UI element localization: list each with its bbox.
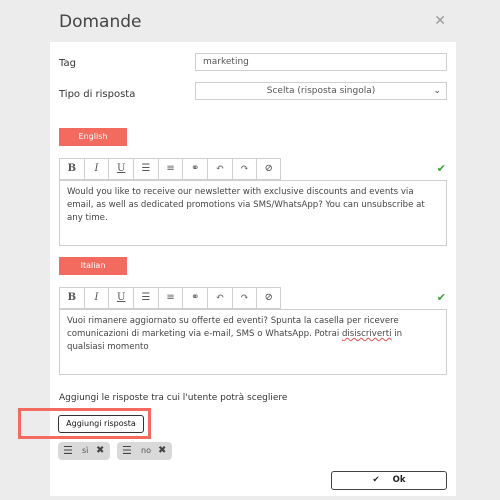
clear-format-icon[interactable]: ⊘: [256, 158, 282, 180]
check-icon: ✔: [372, 475, 380, 485]
tag-input[interactable]: marketing: [195, 53, 447, 71]
undo-icon[interactable]: ↶: [207, 158, 232, 180]
ok-label: Ok: [392, 475, 406, 485]
italian-check-icon: ✔: [436, 291, 446, 304]
redo-icon[interactable]: ↷: [231, 287, 257, 309]
english-check-icon: ✔: [436, 162, 446, 175]
numbered-list-icon[interactable]: ≡: [157, 287, 183, 309]
underline-icon[interactable]: U: [108, 158, 134, 180]
ok-button[interactable]: ✔ Ok: [331, 471, 447, 490]
bold-icon[interactable]: B: [59, 158, 84, 180]
answer-chip-si[interactable]: ☰ sì ✖: [58, 442, 110, 460]
clear-format-icon[interactable]: ⊘: [256, 287, 282, 309]
undo-icon[interactable]: ↶: [207, 287, 232, 309]
english-editor-toolbar: B I U ☰ ≡ ⚭ ↶ ↷ ⊘: [59, 158, 282, 180]
close-icon[interactable]: ✕: [434, 13, 446, 29]
remove-icon[interactable]: ✖: [158, 445, 166, 456]
redo-icon[interactable]: ↷: [231, 158, 257, 180]
answers-hint: Aggiungi le risposte tra cui l'utente po…: [59, 393, 288, 403]
bullet-list-icon[interactable]: ☰: [133, 158, 158, 180]
drag-handle-icon[interactable]: ☰: [122, 445, 132, 456]
answer-label: sì: [82, 446, 89, 455]
bold-icon[interactable]: B: [59, 287, 84, 309]
misspelled-word: disiscriverti: [341, 329, 392, 339]
link-icon[interactable]: ⚭: [182, 158, 208, 180]
italian-editor-toolbar: B I U ☰ ≡ ⚭ ↶ ↷ ⊘: [59, 287, 282, 309]
italic-icon[interactable]: I: [83, 158, 109, 180]
underline-icon[interactable]: U: [108, 287, 134, 309]
english-language-button[interactable]: English: [59, 128, 127, 146]
english-text-editor[interactable]: Would you like to receive our newsletter…: [59, 180, 447, 246]
answer-label: no: [141, 446, 151, 455]
italian-text-editor[interactable]: Vuoi rimanere aggiornato su offerte ed e…: [59, 309, 447, 375]
italian-language-button[interactable]: Italian: [59, 257, 127, 275]
remove-icon[interactable]: ✖: [96, 445, 104, 456]
link-icon[interactable]: ⚭: [182, 287, 208, 309]
numbered-list-icon[interactable]: ≡: [157, 158, 183, 180]
chevron-down-icon: ⌄: [433, 86, 441, 96]
dialog-header: Domande ✕: [50, 6, 456, 42]
tag-label: Tag: [59, 58, 76, 69]
add-answer-button[interactable]: Aggiungi risposta: [58, 415, 144, 433]
answer-chip-no[interactable]: ☰ no ✖: [117, 442, 172, 460]
response-type-value: Scelta (risposta singola): [266, 86, 376, 96]
response-type-select[interactable]: Scelta (risposta singola) ⌄: [195, 82, 447, 100]
bullet-list-icon[interactable]: ☰: [133, 287, 158, 309]
drag-handle-icon[interactable]: ☰: [63, 445, 73, 456]
italic-icon[interactable]: I: [83, 287, 109, 309]
dialog-title: Domande: [59, 12, 142, 32]
response-type-label: Tipo di risposta: [59, 89, 136, 100]
